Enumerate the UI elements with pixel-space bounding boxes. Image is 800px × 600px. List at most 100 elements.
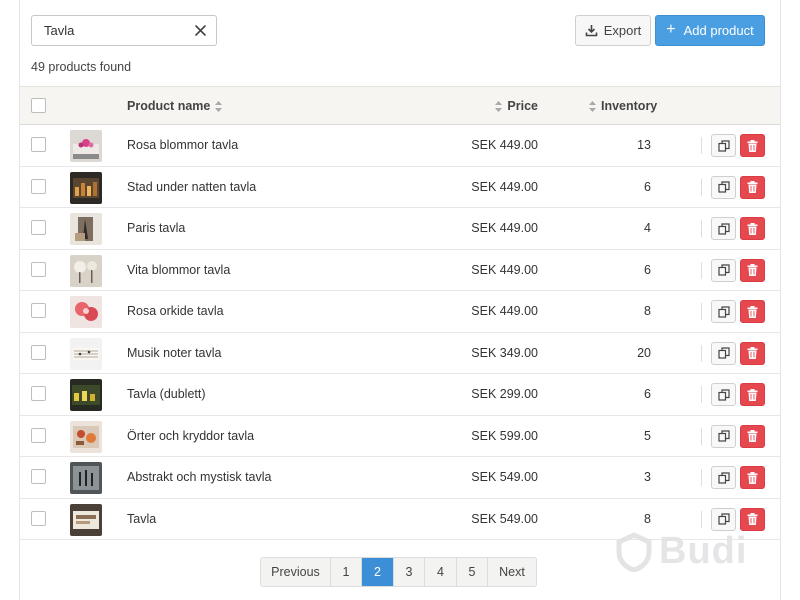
product-price: SEK 549.00 [471, 470, 538, 484]
delete-button[interactable] [740, 341, 765, 365]
product-name-link[interactable]: Paris tavla [127, 221, 185, 235]
product-name-link[interactable]: Örter och kryddor tavla [127, 429, 254, 443]
export-label: Export [603, 23, 642, 38]
product-thumbnail[interactable] [70, 379, 102, 411]
export-button[interactable]: Export [575, 15, 651, 46]
product-thumbnail[interactable] [70, 337, 102, 370]
action-divider [701, 344, 702, 362]
add-product-button[interactable]: + Add product [655, 15, 765, 46]
duplicate-icon [717, 264, 730, 276]
row-checkbox[interactable] [31, 344, 46, 360]
delete-button[interactable] [740, 134, 765, 157]
trash-icon [747, 139, 758, 152]
product-thumbnail[interactable] [70, 171, 102, 204]
product-name-link[interactable]: Abstrakt och mystisk tavla [127, 470, 272, 484]
row-checkbox[interactable] [31, 220, 46, 235]
product-thumbnail[interactable] [70, 420, 102, 453]
duplicate-button[interactable] [711, 466, 736, 489]
duplicate-button[interactable] [711, 258, 736, 282]
duplicate-icon [717, 471, 730, 484]
product-name-link[interactable]: Vita blommor tavla [127, 263, 230, 277]
duplicate-icon [717, 222, 730, 235]
row-checkbox[interactable] [31, 137, 46, 152]
product-price: SEK 449.00 [471, 221, 538, 235]
product-name-link[interactable]: Musik noter tavla [127, 346, 221, 360]
table-row: Paris tavla SEK 449.00 4 [20, 208, 780, 250]
clear-search-icon[interactable] [194, 24, 207, 37]
product-price: SEK 449.00 [471, 179, 538, 194]
product-thumbnail[interactable] [70, 503, 102, 536]
trash-icon [747, 513, 758, 525]
sort-icon [495, 100, 503, 112]
product-thumbnail[interactable] [70, 130, 102, 162]
product-name-link[interactable]: Stad under natten tavla [127, 180, 256, 194]
product-price: SEK 449.00 [471, 138, 538, 152]
page-button-1[interactable]: 1 [331, 558, 362, 586]
action-divider [701, 178, 702, 196]
delete-button[interactable] [740, 424, 765, 448]
product-inventory: 13 [637, 138, 651, 152]
product-name-link[interactable]: Tavla [127, 512, 156, 526]
product-name-link[interactable]: Rosa blommor tavla [127, 138, 238, 152]
duplicate-icon [717, 347, 730, 359]
page-button-3[interactable]: 3 [394, 558, 425, 586]
page-button-2[interactable]: 2 [362, 558, 394, 586]
delete-button[interactable] [740, 466, 765, 489]
page-button-4[interactable]: 4 [425, 558, 457, 586]
previous-page-button[interactable]: Previous [261, 558, 331, 586]
duplicate-button[interactable] [711, 383, 736, 406]
product-thumbnail[interactable] [70, 296, 102, 328]
table-row: Rosa blommor tavla SEK 449.00 13 [20, 125, 780, 167]
delete-button[interactable] [740, 383, 765, 406]
duplicate-button[interactable] [711, 507, 736, 531]
product-thumbnail[interactable] [70, 462, 102, 494]
product-inventory: 6 [644, 179, 651, 194]
row-checkbox[interactable] [31, 178, 46, 194]
product-name-link[interactable]: Rosa orkide tavla [127, 304, 224, 318]
sort-icon [589, 100, 596, 112]
duplicate-icon [717, 305, 730, 318]
search-input[interactable] [32, 16, 182, 45]
trash-icon [747, 222, 758, 235]
duplicate-button[interactable] [711, 217, 736, 240]
column-header-price[interactable]: Price [495, 99, 538, 113]
product-thumbnail[interactable] [70, 254, 102, 287]
product-inventory: 6 [644, 262, 651, 277]
delete-button[interactable] [740, 507, 765, 531]
duplicate-button[interactable] [711, 134, 736, 157]
duplicate-icon [717, 181, 730, 193]
action-divider [701, 261, 702, 279]
row-checkbox[interactable] [31, 427, 46, 443]
trash-icon [747, 181, 758, 193]
column-header-inventory[interactable]: Inventory [589, 99, 657, 113]
row-checkbox[interactable] [31, 261, 46, 277]
trash-icon [747, 347, 758, 359]
duplicate-button[interactable] [711, 424, 736, 448]
product-inventory: 6 [644, 387, 651, 401]
delete-button[interactable] [740, 258, 765, 282]
delete-button[interactable] [740, 217, 765, 240]
duplicate-button[interactable] [711, 175, 736, 199]
action-divider [701, 137, 702, 154]
row-checkbox[interactable] [31, 469, 46, 484]
next-page-button[interactable]: Next [488, 558, 536, 586]
row-checkbox[interactable] [31, 303, 46, 318]
trash-icon [747, 471, 758, 484]
duplicate-icon [717, 139, 730, 152]
table-header: Product name Price Inventory [20, 86, 780, 125]
trash-icon [747, 305, 758, 318]
product-thumbnail[interactable] [70, 213, 102, 245]
duplicate-button[interactable] [711, 300, 736, 323]
delete-button[interactable] [740, 175, 765, 199]
row-checkbox[interactable] [31, 386, 46, 401]
delete-button[interactable] [740, 300, 765, 323]
product-name-link[interactable]: Tavla (dublett) [127, 387, 206, 401]
duplicate-button[interactable] [711, 341, 736, 365]
page-button-5[interactable]: 5 [457, 558, 488, 586]
product-price: SEK 599.00 [471, 428, 538, 443]
column-header-name[interactable]: Product name [127, 99, 223, 113]
pagination: Previous 1 2 3 4 5 Next [260, 557, 537, 587]
row-checkbox[interactable] [31, 510, 46, 526]
product-inventory: 8 [644, 304, 651, 318]
select-all-checkbox[interactable] [31, 98, 46, 113]
